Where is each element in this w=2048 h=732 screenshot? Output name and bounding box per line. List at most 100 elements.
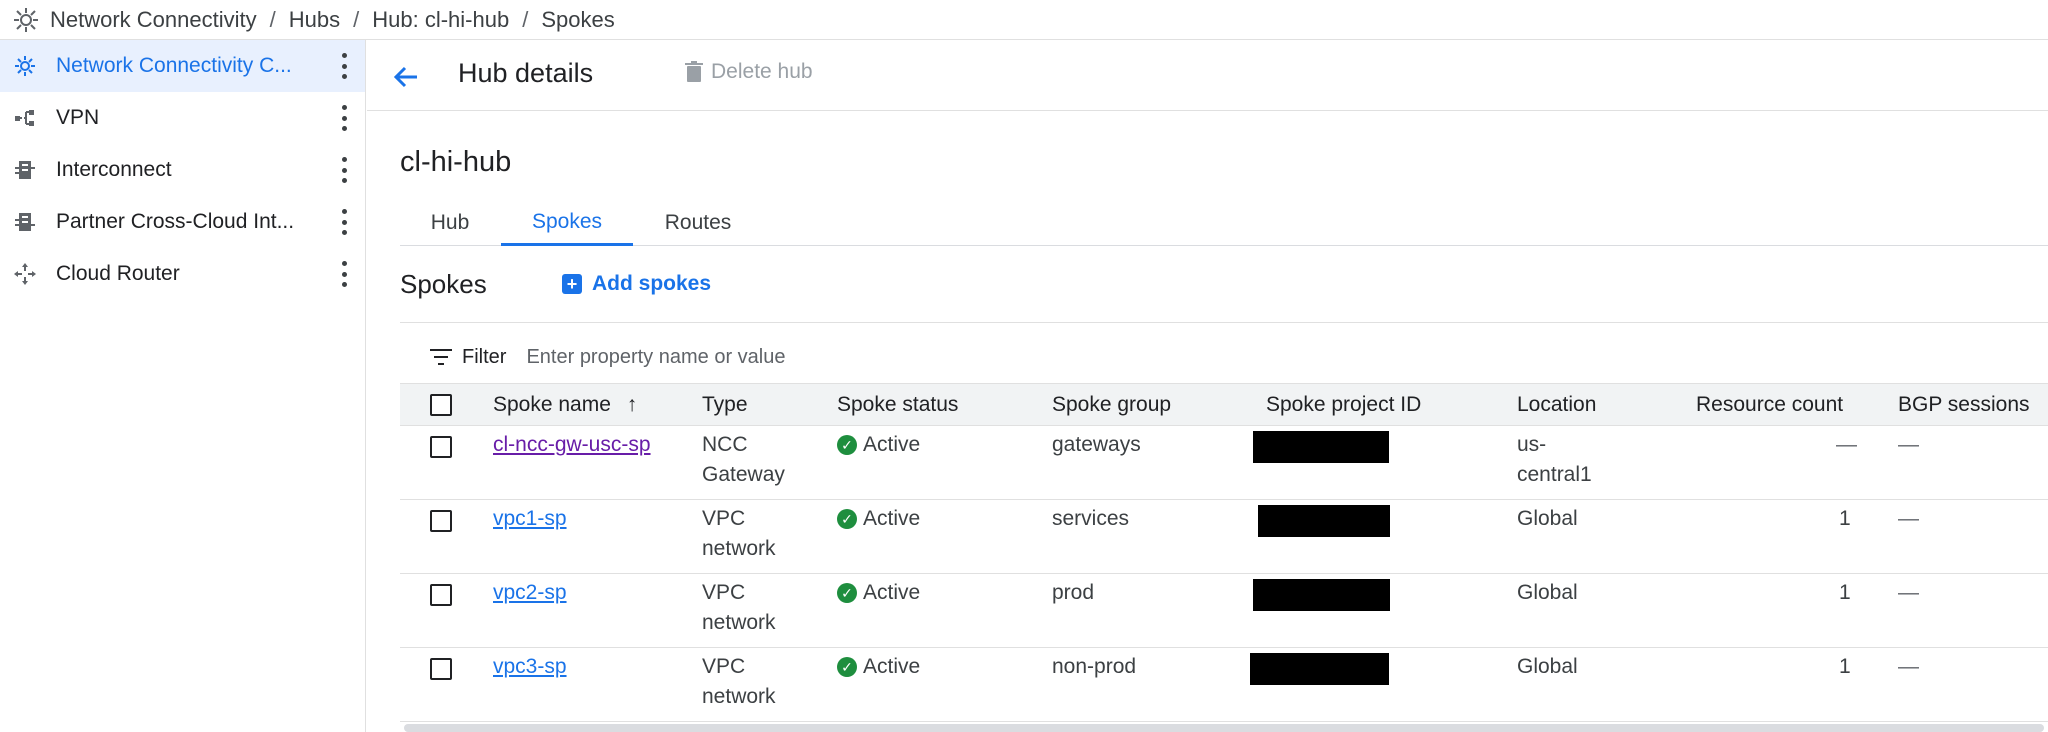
bgp-sessions: — bbox=[1898, 433, 1919, 456]
spoke-name-link[interactable]: vpc3-sp bbox=[493, 652, 567, 682]
sort-arrow-up-icon[interactable]: ↑ bbox=[627, 393, 638, 416]
section-title: Spokes bbox=[400, 269, 487, 299]
spoke-type-line: VPC bbox=[702, 581, 746, 604]
breadcrumb-separator: / bbox=[353, 6, 360, 32]
sidebar: Network Connectivity C... VPN Interconne… bbox=[0, 40, 366, 732]
add-spokes-label: Add spokes bbox=[592, 272, 712, 295]
redacted-project-id bbox=[1258, 505, 1390, 537]
check-circle-icon: ✓ bbox=[837, 435, 857, 455]
more-vert-icon[interactable] bbox=[339, 261, 349, 287]
back-arrow-icon[interactable] bbox=[391, 62, 421, 92]
spoke-location: Global bbox=[1517, 581, 1578, 604]
add-spokes-button[interactable]: + Add spokes bbox=[562, 272, 711, 296]
row-checkbox[interactable] bbox=[430, 510, 452, 532]
sidebar-item-vpn[interactable]: VPN bbox=[0, 92, 365, 144]
spokes-table: Spoke name ↑ Type Spoke status Spoke gro… bbox=[400, 383, 2048, 722]
sidebar-item-label: Cloud Router bbox=[56, 262, 180, 285]
spoke-type-line: network bbox=[702, 685, 776, 708]
status-badge: ✓ Active bbox=[837, 504, 920, 534]
status-text: Active bbox=[863, 433, 921, 456]
spoke-type: NCC Gateway bbox=[702, 430, 785, 490]
spoke-name-link[interactable]: vpc2-sp bbox=[493, 578, 567, 608]
spoke-location: Global bbox=[1517, 655, 1578, 678]
table-row: cl-ncc-gw-usc-sp NCC Gateway ✓ Active ga… bbox=[400, 426, 2048, 500]
spoke-type: VPC network bbox=[702, 504, 776, 564]
table-row: vpc3-sp VPC network ✓ Active non-prod Gl… bbox=[400, 648, 2048, 722]
spoke-type: VPC network bbox=[702, 652, 776, 712]
check-circle-icon: ✓ bbox=[837, 509, 857, 529]
spoke-type-line: VPC bbox=[702, 655, 746, 678]
column-header-location[interactable]: Location bbox=[1517, 393, 1596, 417]
spoke-name-link[interactable]: vpc1-sp bbox=[493, 504, 567, 534]
spoke-type-line: Gateway bbox=[702, 463, 785, 486]
cloud-router-icon bbox=[12, 261, 38, 287]
sidebar-item-network-connectivity-center[interactable]: Network Connectivity C... bbox=[0, 40, 365, 92]
spoke-location: us- central1 bbox=[1517, 430, 1592, 490]
tab-spokes[interactable]: Spokes bbox=[501, 200, 633, 246]
resource-count: — bbox=[1836, 433, 1857, 456]
row-checkbox[interactable] bbox=[430, 584, 452, 606]
interconnect-icon bbox=[12, 157, 38, 183]
row-checkbox[interactable] bbox=[430, 658, 452, 680]
network-connectivity-icon bbox=[12, 6, 40, 34]
column-header-spoke-status[interactable]: Spoke status bbox=[837, 393, 958, 417]
breadcrumb: Network Connectivity / Hubs / Hub: cl-hi… bbox=[0, 0, 2048, 40]
column-header-resource-count[interactable]: Resource count bbox=[1696, 393, 1843, 417]
horizontal-scrollbar[interactable] bbox=[404, 724, 2044, 732]
sidebar-item-label: Interconnect bbox=[56, 158, 172, 181]
spoke-group: prod bbox=[1052, 581, 1095, 604]
resource-count: 1 bbox=[1839, 655, 1851, 678]
partner-interconnect-icon bbox=[12, 209, 38, 235]
spoke-type-line: VPC bbox=[702, 507, 746, 530]
network-connectivity-center-icon bbox=[12, 53, 38, 79]
spoke-type-line: network bbox=[702, 537, 776, 560]
location-line: central1 bbox=[1517, 463, 1592, 486]
column-header-spoke-name[interactable]: Spoke name ↑ bbox=[493, 393, 637, 417]
breadcrumb-hub[interactable]: Hub: cl-hi-hub bbox=[372, 7, 509, 33]
status-badge: ✓ Active bbox=[837, 430, 920, 460]
column-header-bgp-sessions[interactable]: BGP sessions bbox=[1898, 393, 2030, 417]
redacted-project-id bbox=[1250, 653, 1389, 685]
table-row: vpc2-sp VPC network ✓ Active prod Global… bbox=[400, 574, 2048, 648]
bgp-sessions: — bbox=[1898, 581, 1919, 604]
filter-list-icon bbox=[430, 349, 452, 365]
column-header-spoke-project-id[interactable]: Spoke project ID bbox=[1266, 393, 1421, 417]
column-label: Spoke name bbox=[493, 393, 611, 416]
table-header: Spoke name ↑ Type Spoke status Spoke gro… bbox=[400, 383, 2048, 426]
spoke-group: gateways bbox=[1052, 433, 1141, 456]
spoke-name-link[interactable]: cl-ncc-gw-usc-sp bbox=[493, 430, 651, 460]
column-header-type[interactable]: Type bbox=[702, 393, 748, 417]
check-circle-icon: ✓ bbox=[837, 583, 857, 603]
status-badge: ✓ Active bbox=[837, 652, 920, 682]
status-text: Active bbox=[863, 507, 921, 530]
spoke-type-line: network bbox=[702, 611, 776, 634]
more-vert-icon[interactable] bbox=[339, 105, 349, 131]
spoke-type: VPC network bbox=[702, 578, 776, 638]
spoke-group: services bbox=[1052, 507, 1130, 530]
row-checkbox[interactable] bbox=[430, 436, 452, 458]
delete-hub-button[interactable]: Delete hub bbox=[685, 60, 813, 84]
sidebar-item-interconnect[interactable]: Interconnect bbox=[0, 144, 365, 196]
bgp-sessions: — bbox=[1898, 655, 1919, 678]
sidebar-item-cloud-router[interactable]: Cloud Router bbox=[0, 248, 365, 300]
breadcrumb-separator: / bbox=[269, 6, 276, 32]
spoke-group: non-prod bbox=[1052, 655, 1137, 678]
filter-input[interactable] bbox=[524, 344, 1425, 370]
tab-routes[interactable]: Routes bbox=[633, 200, 763, 246]
status-text: Active bbox=[863, 581, 921, 604]
more-vert-icon[interactable] bbox=[339, 157, 349, 183]
sidebar-item-label: Partner Cross-Cloud Int... bbox=[56, 210, 295, 233]
breadcrumb-network-connectivity[interactable]: Network Connectivity bbox=[50, 7, 257, 33]
more-vert-icon[interactable] bbox=[339, 209, 349, 235]
more-vert-icon[interactable] bbox=[339, 53, 349, 79]
select-all-checkbox[interactable] bbox=[430, 394, 452, 416]
filter-bar: Filter bbox=[400, 330, 2048, 384]
resource-count: 1 bbox=[1839, 581, 1851, 604]
tab-hub[interactable]: Hub bbox=[400, 200, 500, 246]
column-header-spoke-group[interactable]: Spoke group bbox=[1052, 393, 1171, 417]
redacted-project-id bbox=[1253, 431, 1389, 463]
breadcrumb-hubs[interactable]: Hubs bbox=[289, 7, 340, 33]
sidebar-item-partner-cross-cloud[interactable]: Partner Cross-Cloud Int... bbox=[0, 196, 365, 248]
location-line: us- bbox=[1517, 433, 1547, 456]
breadcrumb-separator: / bbox=[522, 6, 529, 32]
